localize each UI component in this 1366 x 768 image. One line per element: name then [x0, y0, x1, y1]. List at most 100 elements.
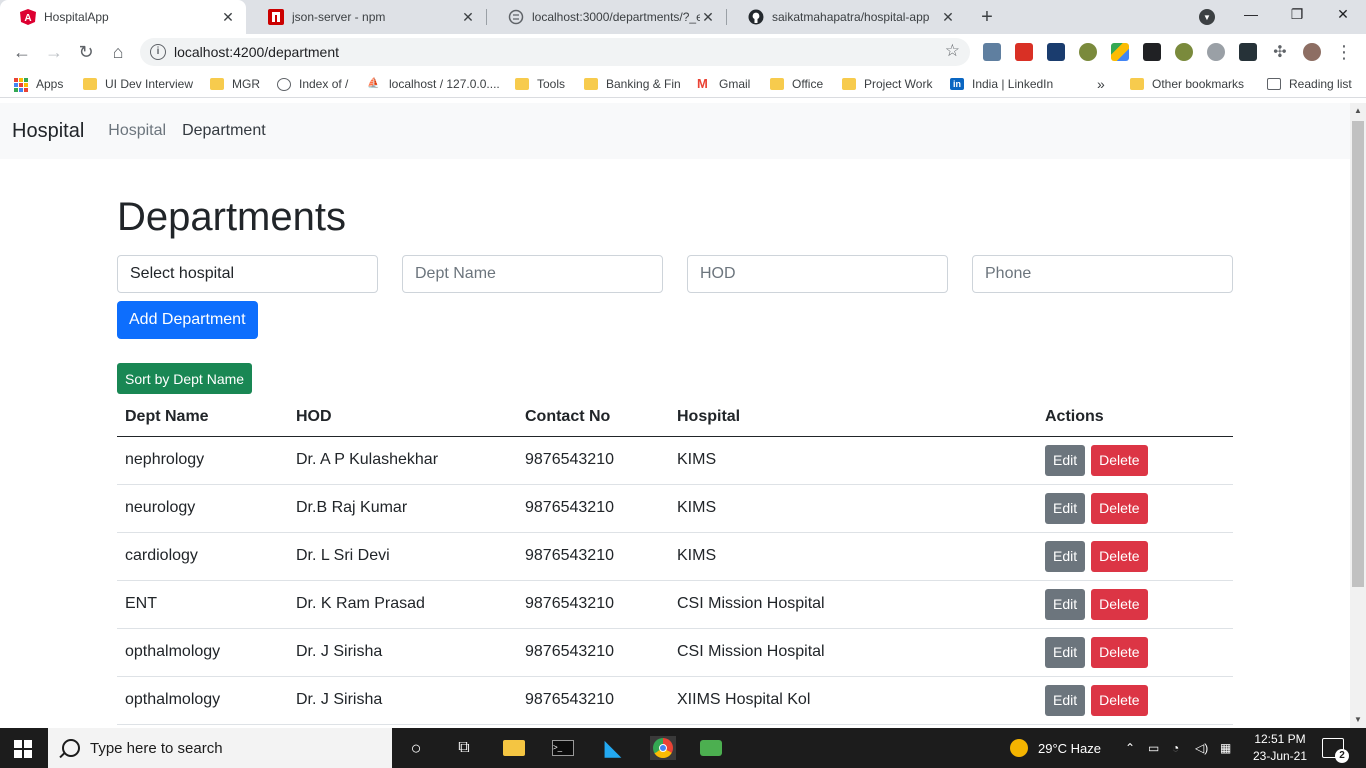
- bookmark-mgr[interactable]: MGR: [210, 76, 260, 92]
- tab-localhost-3000[interactable]: localhost:3000/departments/?_ex ✕: [488, 0, 726, 34]
- bookmark-localhost-pma[interactable]: ⛵ localhost / 127.0.0....: [367, 76, 500, 92]
- hospital-select[interactable]: Select hospital: [117, 255, 378, 293]
- bookmark-index-of[interactable]: Index of /: [277, 76, 348, 92]
- terminal-icon[interactable]: >_: [551, 736, 575, 760]
- taskbar-clock[interactable]: 12:51 PM 23-Jun-21: [1248, 731, 1312, 765]
- nav-department[interactable]: Department: [182, 122, 266, 140]
- windows-start-icon[interactable]: [14, 740, 32, 758]
- bookmark-label: localhost / 127.0.0....: [389, 77, 500, 91]
- close-tab-icon[interactable]: ✕: [700, 9, 716, 25]
- phone-input[interactable]: Phone: [972, 255, 1233, 293]
- address-bar[interactable]: i localhost:4200/department ☆: [140, 38, 970, 66]
- profile-avatar[interactable]: [1303, 43, 1321, 61]
- edit-button[interactable]: Edit: [1045, 588, 1086, 620]
- restore-icon[interactable]: ❐: [1287, 6, 1307, 23]
- edit-button[interactable]: Edit: [1045, 492, 1086, 524]
- google-drive-icon[interactable]: [1111, 43, 1129, 61]
- sort-by-dept-button[interactable]: Sort by Dept Name: [117, 363, 253, 394]
- bookmark-label: MGR: [232, 77, 260, 91]
- bookmark-star-icon[interactable]: ☆: [945, 41, 960, 61]
- vscode-icon[interactable]: ◣: [601, 735, 625, 760]
- battery-icon[interactable]: ▭: [1148, 728, 1159, 768]
- hod-input[interactable]: HOD: [687, 255, 948, 293]
- extension-icon[interactable]: [1175, 43, 1193, 61]
- reload-icon[interactable]: ↻: [75, 41, 97, 63]
- forward-icon[interactable]: →: [43, 41, 65, 63]
- minimize-icon[interactable]: —: [1241, 6, 1261, 22]
- reading-list[interactable]: Reading list: [1267, 76, 1352, 92]
- close-window-icon[interactable]: ✕: [1333, 6, 1353, 23]
- home-icon[interactable]: ⌂: [107, 41, 129, 63]
- site-info-icon[interactable]: i: [150, 44, 166, 60]
- taskbar-search[interactable]: Type here to search: [48, 728, 392, 768]
- extension-icon[interactable]: [1239, 43, 1257, 61]
- new-tab-button[interactable]: +: [977, 7, 997, 27]
- close-tab-icon[interactable]: ✕: [460, 9, 476, 25]
- extensions-puzzle-icon[interactable]: ✣: [1269, 41, 1291, 63]
- bookmark-label: Banking & Fin: [606, 77, 681, 91]
- delete-button[interactable]: Delete: [1091, 636, 1148, 668]
- extension-icon[interactable]: [1207, 43, 1225, 61]
- delete-button[interactable]: Delete: [1091, 684, 1148, 716]
- col-hod: HOD: [288, 398, 517, 437]
- bookmark-banking[interactable]: Banking & Fin: [584, 76, 681, 92]
- cell-contact: 9876543210: [517, 532, 669, 581]
- extension-icon[interactable]: [1143, 43, 1161, 61]
- cell-dept: cardiology: [117, 532, 288, 581]
- cell-hod: Dr. L Sri Devi: [288, 532, 517, 581]
- edit-button[interactable]: Edit: [1045, 684, 1086, 716]
- col-hospital: Hospital: [669, 398, 1037, 437]
- extension-icon[interactable]: [1015, 43, 1033, 61]
- close-tab-icon[interactable]: ✕: [220, 9, 236, 25]
- extension-icon[interactable]: [1079, 43, 1097, 61]
- show-hidden-icons[interactable]: ⌃: [1125, 728, 1135, 768]
- close-tab-icon[interactable]: ✕: [940, 9, 956, 25]
- chrome-menu-icon[interactable]: ⋮: [1333, 41, 1355, 63]
- tab-json-server[interactable]: json-server - npm ✕: [248, 0, 486, 34]
- bookmarks-overflow-icon[interactable]: »: [1097, 76, 1105, 92]
- notifications-icon[interactable]: 2: [1322, 738, 1349, 763]
- tab-hospitalapp[interactable]: A HospitalApp ✕: [0, 0, 246, 34]
- weather-widget[interactable]: 29°C Haze: [1010, 728, 1101, 768]
- delete-button[interactable]: Delete: [1091, 588, 1148, 620]
- bookmark-other[interactable]: Other bookmarks: [1130, 76, 1244, 92]
- delete-button[interactable]: Delete: [1091, 540, 1148, 572]
- edit-button[interactable]: Edit: [1045, 444, 1086, 476]
- nav-hospital[interactable]: Hospital: [108, 122, 166, 140]
- back-icon[interactable]: ←: [11, 41, 33, 63]
- bookmark-tools[interactable]: Tools: [515, 76, 565, 92]
- edit-button[interactable]: Edit: [1045, 636, 1086, 668]
- folder-icon: [1130, 78, 1144, 90]
- volume-icon[interactable]: ◁): [1195, 728, 1208, 768]
- tab-search-icon[interactable]: ▼: [1199, 9, 1215, 25]
- extension-icon[interactable]: [983, 43, 1001, 61]
- scrollbar-thumb[interactable]: [1352, 121, 1364, 587]
- navbar-brand[interactable]: Hospital: [12, 120, 84, 143]
- bookmark-linkedin[interactable]: in India | LinkedIn: [950, 76, 1053, 92]
- bookmark-project-work[interactable]: Project Work: [842, 76, 932, 92]
- delete-button[interactable]: Delete: [1091, 444, 1148, 476]
- app-icon[interactable]: [699, 736, 723, 760]
- col-actions: Actions: [1037, 398, 1233, 437]
- wifi-icon[interactable]: ◔: [1172, 728, 1179, 768]
- dept-name-input[interactable]: Dept Name: [402, 255, 663, 293]
- keyboard-icon[interactable]: ▦: [1220, 728, 1231, 768]
- cortana-icon[interactable]: ○: [404, 736, 428, 760]
- browser-toolbar: ← → ↻ ⌂ i localhost:4200/department ☆ ✣ …: [0, 34, 1366, 70]
- bookmark-ui-dev-interview[interactable]: UI Dev Interview: [83, 76, 193, 92]
- scroll-down-icon[interactable]: ▼: [1350, 712, 1366, 728]
- extension-icon[interactable]: [1047, 43, 1065, 61]
- tab-github[interactable]: saikatmahapatra/hospital-app ✕: [728, 0, 966, 34]
- chrome-taskbar-icon[interactable]: [650, 736, 676, 760]
- page-scrollbar[interactable]: ▲ ▼: [1350, 103, 1366, 728]
- add-department-button[interactable]: Add Department: [117, 301, 258, 339]
- task-view-icon[interactable]: ⧉: [452, 736, 476, 760]
- delete-button[interactable]: Delete: [1091, 492, 1148, 524]
- edit-button[interactable]: Edit: [1045, 540, 1086, 572]
- bookmark-gmail[interactable]: M Gmail: [697, 76, 750, 92]
- bookmark-apps[interactable]: Apps: [14, 76, 63, 92]
- bookmark-office[interactable]: Office: [770, 76, 823, 92]
- file-explorer-icon[interactable]: [502, 736, 526, 760]
- url-text[interactable]: localhost:4200/department: [174, 44, 339, 60]
- scroll-up-icon[interactable]: ▲: [1350, 103, 1366, 119]
